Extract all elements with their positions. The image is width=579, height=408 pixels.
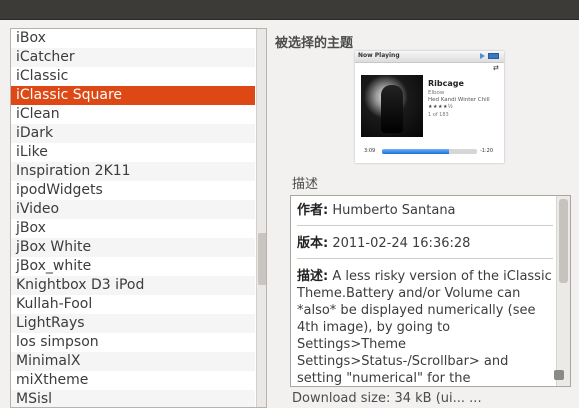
description-content: 作者: Humberto Santana 版本: 2011-02-24 16:3… <box>297 202 553 386</box>
description-value: A less risky version of the iClassic The… <box>297 269 552 386</box>
now-playing-bar: Now Playing <box>355 51 504 63</box>
download-size: Download size: 34 kB (ui... ... <box>292 391 482 406</box>
theme-list-scroll-thumb[interactable] <box>258 233 266 285</box>
theme-list[interactable]: iBox iCatcher iClassic iClassic Square iClea… <box>10 28 267 408</box>
theme-list-item[interactable]: iClassic <box>11 67 255 86</box>
top-panel <box>0 0 579 20</box>
top-panel-edge <box>0 19 579 20</box>
resize-grip-icon[interactable] <box>554 370 564 380</box>
author-label: 作者: <box>297 203 329 218</box>
separator <box>297 225 553 226</box>
album-art-figure <box>381 85 403 133</box>
theme-list-item[interactable]: ipodWidgets <box>11 181 255 200</box>
version-value: 2011-02-24 16:36:28 <box>328 236 471 251</box>
theme-list-scrollbar[interactable] <box>256 29 266 407</box>
play-icon <box>480 53 485 59</box>
song-rating: ★★★★½ <box>428 104 454 110</box>
theme-list-item[interactable]: jBox_white <box>11 257 255 276</box>
separator <box>297 258 553 259</box>
album-art <box>361 75 423 137</box>
time-elapsed: 3:09 <box>364 148 376 154</box>
version-label: 版本: <box>297 236 329 251</box>
theme-list-item[interactable]: MSisl <box>11 390 255 407</box>
theme-list-items: iBox iCatcher iClassic iClassic Square iClea… <box>11 29 255 407</box>
theme-list-item[interactable]: Inspiration 2K11 <box>11 162 255 181</box>
theme-list-item[interactable]: miXtheme <box>11 371 255 390</box>
song-album: Hed Kandi Winter Chill <box>428 97 490 103</box>
theme-list-item[interactable]: iClassic Square <box>11 86 255 105</box>
theme-list-item[interactable]: iLike <box>11 143 255 162</box>
theme-list-item[interactable]: los simpson <box>11 333 255 352</box>
song-title: Ribcage <box>428 79 464 88</box>
time-remaining: -1:20 <box>480 148 494 154</box>
description-scrollbar[interactable] <box>556 196 570 386</box>
description-heading: 描述 <box>292 177 319 192</box>
theme-list-item[interactable]: jBox <box>11 219 255 238</box>
version-line: 版本: 2011-02-24 16:36:28 <box>297 235 553 252</box>
description-line: 描述: A less risky version of the iClassic… <box>297 268 553 386</box>
description-box[interactable]: 作者: Humberto Santana 版本: 2011-02-24 16:3… <box>290 195 571 387</box>
theme-list-item[interactable]: MinimalX <box>11 352 255 371</box>
theme-list-item[interactable]: iBox <box>11 29 255 48</box>
theme-list-item[interactable]: Kullah-Fool <box>11 295 255 314</box>
author-value: Humberto Santana <box>328 203 456 218</box>
theme-preview-image: Now Playing ⇄ Ribcage Elbow Hed Kandi Wi… <box>355 51 504 163</box>
progress-fill <box>382 149 449 154</box>
repeat-icon: ⇄ <box>493 64 499 72</box>
theme-list-item[interactable]: LightRays <box>11 314 255 333</box>
now-playing-label: Now Playing <box>358 52 400 59</box>
theme-list-item[interactable]: jBox White <box>11 238 255 257</box>
theme-list-item[interactable]: Knightbox D3 iPod <box>11 276 255 295</box>
description-scroll-thumb[interactable] <box>559 199 568 283</box>
song-index: 1 of 183 <box>428 112 449 118</box>
battery-icon <box>488 53 499 59</box>
preview-heading: 被选择的主题 <box>275 36 354 51</box>
description-label: 描述: <box>297 269 329 284</box>
theme-list-item[interactable]: iCatcher <box>11 48 255 67</box>
theme-list-item[interactable]: iDark <box>11 124 255 143</box>
progress-track <box>382 149 477 154</box>
song-artist: Elbow <box>428 90 445 96</box>
author-line: 作者: Humberto Santana <box>297 202 553 219</box>
theme-list-item[interactable]: iClean <box>11 105 255 124</box>
theme-list-item[interactable]: iVideo <box>11 200 255 219</box>
